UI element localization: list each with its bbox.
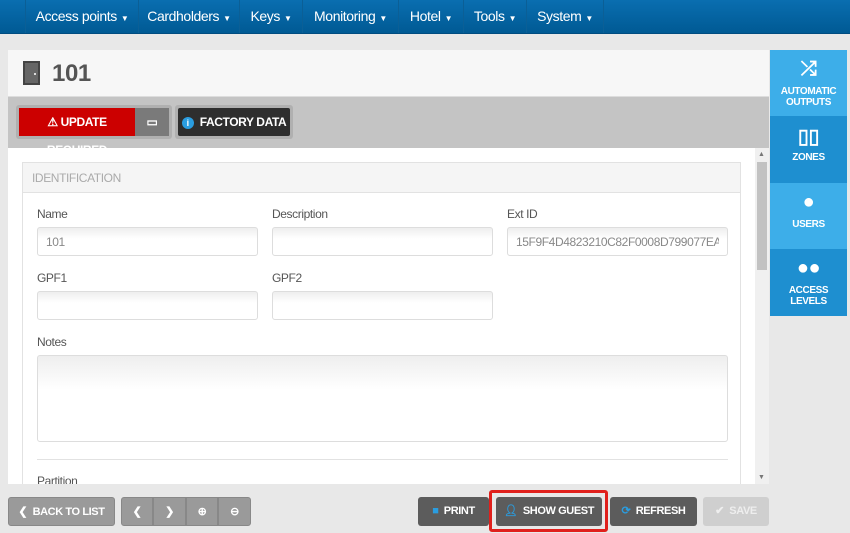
nav-label: Cardholders xyxy=(147,8,220,24)
description-label: Description xyxy=(272,207,328,221)
chevron-down-icon: ▼ xyxy=(223,14,231,23)
minus-circle-icon: ⊖ xyxy=(230,506,239,518)
print-icon: ■ xyxy=(432,505,439,517)
nav-tools[interactable]: Tools ▼ xyxy=(463,0,526,33)
next-button[interactable]: ❯ xyxy=(153,497,186,526)
users-icon: ●● xyxy=(796,257,821,279)
sidebar-label: ZONES xyxy=(792,152,825,163)
previous-button[interactable]: ❮ xyxy=(121,497,153,526)
gpf1-input[interactable] xyxy=(37,291,258,320)
update-required-button[interactable]: ⚠ UPDATE REQUIRED xyxy=(19,108,135,157)
scrollbar-thumb[interactable] xyxy=(757,162,767,270)
door-icon xyxy=(23,61,40,85)
chevron-down-icon: ▼ xyxy=(120,14,129,23)
extid-label: Ext ID xyxy=(507,207,538,221)
top-nav: Access points ▼ Cardholders ▼ Keys ▼ Monito… xyxy=(0,0,850,34)
form-content: IDENTIFICATION Name Description Ext ID G… xyxy=(8,148,755,484)
refresh-button[interactable]: ⟳ REFRESH xyxy=(610,497,697,526)
nav-access-points[interactable]: Access points ▼ xyxy=(25,0,138,33)
add-button[interactable]: ⊕ xyxy=(186,497,218,526)
name-label: Name xyxy=(37,207,68,221)
gpf1-label: GPF1 xyxy=(37,271,67,285)
button-label: REFRESH xyxy=(635,505,686,517)
chevron-down-icon: ▼ xyxy=(284,14,292,23)
print-button[interactable]: ■ PRINT xyxy=(418,497,489,526)
sidebar-users[interactable]: ● USERS xyxy=(770,183,847,249)
page-header: 101 xyxy=(8,50,769,97)
factory-data-button[interactable]: i FACTORY DATA xyxy=(178,108,290,136)
chevron-left-icon: ❮ xyxy=(132,506,142,518)
factory-group: i FACTORY DATA xyxy=(175,105,293,139)
description-input[interactable] xyxy=(272,227,493,256)
user-icon: ● xyxy=(802,191,815,213)
chevron-down-icon: ▼ xyxy=(585,14,593,23)
nav-label: Hotel xyxy=(409,8,441,24)
card-icon: ▭ xyxy=(146,115,158,129)
chevron-down-icon: ▼ xyxy=(379,14,387,23)
check-icon: ✔ xyxy=(715,505,724,517)
sidebar-automatic-outputs[interactable]: ⤮ AUTOMATIC OUTPUTS xyxy=(770,50,847,116)
chevron-left-icon: ❮ xyxy=(18,506,28,518)
scroll-up-icon[interactable]: ▲ xyxy=(758,151,765,158)
nav-monitoring[interactable]: Monitoring ▼ xyxy=(302,0,398,33)
button-label: BACK TO LIST xyxy=(32,506,105,518)
save-button[interactable]: ✔ SAVE xyxy=(703,497,769,526)
zones-icon: ▯▯ xyxy=(797,126,820,148)
sidebar-zones[interactable]: ▯▯ ZONES xyxy=(770,116,847,183)
gpf2-label: GPF2 xyxy=(272,271,302,285)
button-label: PRINT xyxy=(443,505,475,517)
nav-label: Access points xyxy=(35,8,118,24)
button-label: FACTORY DATA xyxy=(199,115,287,129)
sidebar-label: ACCESS LEVELS xyxy=(788,285,829,307)
plus-circle-icon: ⊕ xyxy=(197,506,207,518)
notes-label: Notes xyxy=(37,335,67,349)
automatic-outputs-icon: ⤮ xyxy=(800,58,817,80)
name-input[interactable] xyxy=(37,227,258,256)
show-guest-button[interactable]: 👤︎ SHOW GUEST xyxy=(496,497,602,526)
section-title: IDENTIFICATION xyxy=(23,163,740,193)
nav-label: Tools xyxy=(473,8,505,24)
nav-label: Keys xyxy=(250,8,280,24)
refresh-icon: ⟳ xyxy=(621,505,631,517)
identification-section: IDENTIFICATION Name Description Ext ID G… xyxy=(22,162,741,484)
nav-hotel[interactable]: Hotel ▼ xyxy=(398,0,463,33)
info-icon: i xyxy=(181,117,194,129)
user-icon: 👤︎ xyxy=(503,505,518,517)
key-card-button[interactable]: ▭ xyxy=(135,108,169,136)
sidebar-access-levels[interactable]: ●● ACCESS LEVELS xyxy=(770,249,847,316)
warning-icon: ⚠ xyxy=(47,115,58,129)
button-label: SHOW GUEST xyxy=(522,505,595,517)
notes-textarea[interactable] xyxy=(37,355,728,442)
extid-input[interactable] xyxy=(507,227,728,256)
scrollbar[interactable]: ▲ ▼ xyxy=(755,148,769,484)
chevron-down-icon: ▼ xyxy=(508,14,517,23)
sidebar-label: AUTOMATIC OUTPUTS xyxy=(780,86,837,108)
nav-system[interactable]: System ▼ xyxy=(526,0,604,33)
partition-label: Partition xyxy=(37,474,78,484)
toolbar: ⚠ UPDATE REQUIRED ▭ i FACTORY DATA xyxy=(8,97,769,157)
access-point-panel: 101 ⚠ UPDATE REQUIRED ▭ i FACTORY DATA ID… xyxy=(8,50,769,484)
remove-button[interactable]: ⊖ xyxy=(218,497,251,526)
gpf2-input[interactable] xyxy=(272,291,493,320)
page-title: 101 xyxy=(52,60,91,87)
scroll-down-icon[interactable]: ▼ xyxy=(758,474,765,481)
chevron-down-icon: ▼ xyxy=(444,14,453,23)
chevron-right-icon: ❯ xyxy=(165,506,174,518)
divider xyxy=(37,459,728,460)
nav-cardholders[interactable]: Cardholders ▼ xyxy=(138,0,239,33)
nav-label: System xyxy=(537,8,582,24)
back-to-list-button[interactable]: ❮ BACK TO LIST xyxy=(8,497,115,526)
button-label: SAVE xyxy=(729,505,757,517)
nav-label: Monitoring xyxy=(314,8,376,24)
update-group: ⚠ UPDATE REQUIRED ▭ xyxy=(16,105,172,157)
nav-keys[interactable]: Keys ▼ xyxy=(239,0,302,33)
sidebar-label: USERS xyxy=(792,219,825,230)
